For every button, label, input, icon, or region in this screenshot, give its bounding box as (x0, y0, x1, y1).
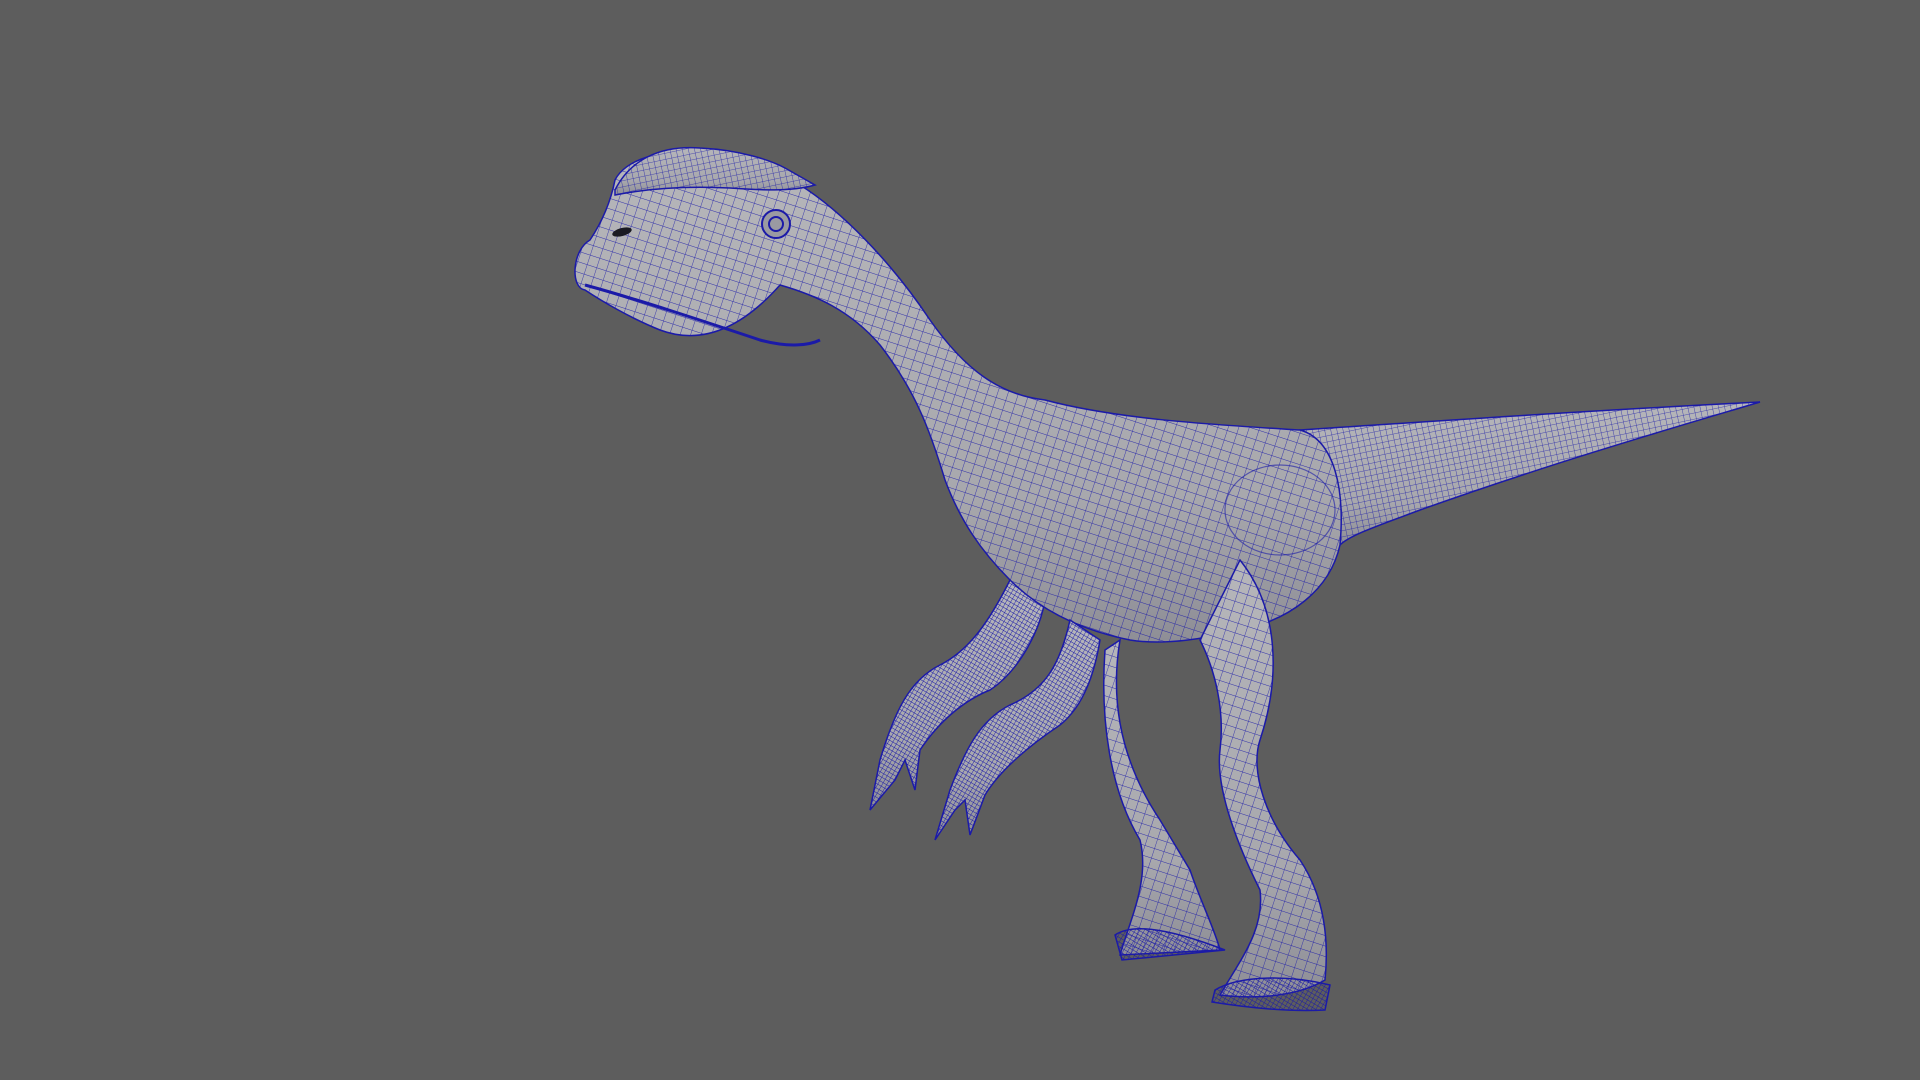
dino-body[interactable] (574, 152, 1342, 643)
3d-viewport[interactable] (0, 0, 1920, 1080)
dino-near-leg[interactable] (1199, 558, 1331, 1012)
dino-eye (761, 209, 791, 239)
dino-far-leg[interactable] (1103, 638, 1226, 961)
model-canvas[interactable] (0, 0, 1920, 1080)
dino-crest[interactable] (614, 146, 817, 196)
dino-tail[interactable] (1298, 401, 1761, 547)
